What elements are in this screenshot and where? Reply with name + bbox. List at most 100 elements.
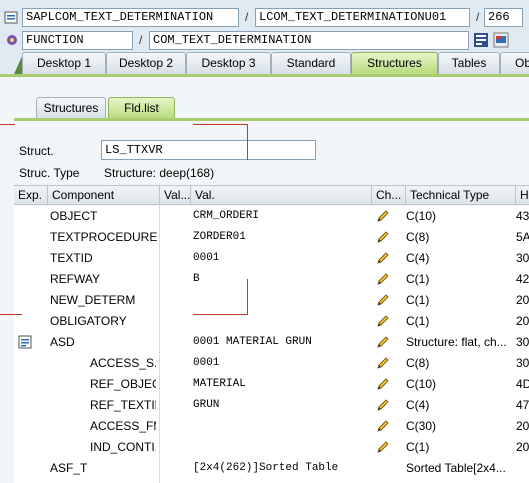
table-row[interactable]: ASD 0001 MATERIAL GRUN Structure: flat, ch… (14, 332, 529, 353)
function-name-field[interactable]: COM_TEXT_DETERMINATION (149, 31, 469, 50)
technical-type-cell: C(10) (406, 377, 437, 391)
value-cell: [2x4(262)]Sorted Table (193, 462, 339, 474)
struct-input[interactable]: LS_TTXVR (101, 140, 316, 160)
technical-type-cell: C(1) (406, 293, 430, 307)
column-header-component[interactable]: Component (48, 186, 160, 205)
expand-structure-icon[interactable] (18, 335, 36, 351)
technical-type-cell: C(8) (406, 230, 430, 244)
pencil-icon[interactable] (376, 356, 392, 372)
value-cell: MATERIAL (193, 378, 246, 390)
column-header-val[interactable]: Val. (191, 186, 372, 205)
technical-type-cell: C(10) (406, 209, 437, 223)
tab-desktop-3[interactable]: Desktop 3 (186, 52, 271, 74)
inner-tab-underline (14, 118, 529, 121)
include-field[interactable]: LCOM_TEXT_DETERMINATIONU01 (255, 8, 470, 27)
technical-type-cell: C(4) (406, 251, 430, 265)
technical-type-cell: C(30) (406, 419, 437, 433)
program-field[interactable]: SAPLCOM_TEXT_DETERMINATION (22, 8, 239, 27)
tab-structures[interactable]: Structures (351, 52, 438, 74)
hex-cell: 43 (516, 209, 529, 223)
field-list-table: OBJECT CRM_ORDERI C(10) 43 TEXTPROCEDURE ZORD… (14, 206, 529, 483)
table-row[interactable]: REF_TEXTID GRUN C(4) 47 (14, 395, 529, 416)
hex-cell: 20 (516, 314, 529, 328)
type-field[interactable]: FUNCTION (22, 31, 133, 50)
pencil-icon[interactable] (376, 398, 392, 414)
column-header-exp[interactable]: Exp. (14, 186, 48, 205)
table-row[interactable]: IND_CONTI... C(1) 20 (14, 437, 529, 458)
struct-label: Struct. (19, 144, 54, 158)
component-cell: ACCESS_FM (90, 419, 156, 433)
table-row[interactable]: ASF_T [2x4(262)]Sorted Table Sorted Table[… (14, 458, 529, 479)
function-icon (4, 32, 20, 48)
component-cell: TEXTID (50, 251, 93, 265)
value-cell: GRUN (193, 399, 220, 411)
annotation-line (247, 279, 248, 314)
column-header-hex[interactable]: He (516, 186, 529, 205)
pencil-icon[interactable] (376, 293, 392, 309)
value-cell: B (193, 273, 200, 285)
column-header-technical-type[interactable]: Technical Type (406, 186, 516, 205)
pencil-icon[interactable] (376, 377, 392, 393)
column-header-val-type[interactable]: Val... (160, 186, 191, 205)
flag-icon[interactable] (493, 32, 509, 48)
technical-type-cell: C(1) (406, 314, 430, 328)
hex-cell: 4D (516, 377, 529, 391)
table-row[interactable]: OBJECT CRM_ORDERI C(10) 43 (14, 206, 529, 227)
annotation-line (0, 314, 22, 315)
hex-cell: 42 (516, 272, 529, 286)
separator: / (245, 10, 249, 24)
table-row[interactable]: REFWAY B C(1) 42 (14, 269, 529, 290)
hex-cell: 30 (516, 251, 529, 265)
tab-inner-structures[interactable]: Structures (36, 97, 106, 119)
value-cell: 0001 (193, 252, 220, 264)
hex-cell (516, 458, 529, 479)
tab-desktop-1[interactable]: Desktop 1 (22, 52, 106, 74)
component-cell: TEXTPROCEDURE (50, 230, 158, 244)
tab-standard[interactable]: Standard (271, 52, 351, 74)
table-row[interactable]: REF_OBJEC... MATERIAL C(10) 4D (14, 374, 529, 395)
pencil-icon[interactable] (376, 419, 392, 435)
value-cell: ZORDER01 (193, 231, 246, 243)
column-header-change[interactable]: Ch... (372, 186, 406, 205)
table-row[interactable]: TEXTPROCEDURE ZORDER01 C(8) 5A (14, 227, 529, 248)
table-row[interactable]: OBLIGATORY C(1) 20 (14, 311, 529, 332)
component-cell: ACCESS_S... (90, 356, 156, 370)
component-cell: OBLIGATORY (50, 314, 127, 328)
technical-type-cell: C(4) (406, 398, 430, 412)
pencil-icon[interactable] (376, 209, 392, 225)
tab-inner-field-list[interactable]: Fld.list (108, 97, 175, 119)
table-row[interactable]: NEW_DETERM C(1) 20 (14, 290, 529, 311)
line-number-field[interactable]: 266 (484, 8, 523, 27)
program-icon (4, 10, 20, 26)
struct-type-label: Struc. Type (19, 166, 80, 180)
separator: / (139, 33, 143, 47)
pencil-icon[interactable] (376, 314, 392, 330)
struct-type-value: Structure: deep(168) (104, 166, 215, 180)
table-header: Exp. Component Val... Val. Ch... Technic… (14, 185, 529, 205)
table-row[interactable]: TEXTID 0001 C(4) 30 (14, 248, 529, 269)
pencil-icon[interactable] (376, 440, 392, 456)
value-cell: CRM_ORDERI (193, 210, 260, 222)
table-row[interactable]: ACCESS_FM C(30) 20 (14, 416, 529, 437)
technical-type-cell: C(1) (406, 272, 430, 286)
technical-type-cell: Sorted Table[2x4... (406, 461, 506, 475)
pencil-icon[interactable] (376, 230, 392, 246)
annotation-line (247, 124, 248, 160)
tab-objects[interactable]: Ob (500, 52, 529, 74)
pattern-icon[interactable] (473, 32, 489, 48)
annotation-line (193, 314, 248, 315)
hex-cell: 20 (516, 293, 529, 307)
value-cell (193, 416, 371, 437)
pencil-icon[interactable] (376, 335, 392, 351)
component-cell: REF_TEXTID (90, 398, 156, 412)
technical-type-cell: C(1) (406, 440, 430, 454)
technical-type-cell: C(8) (406, 356, 430, 370)
tab-tables[interactable]: Tables (438, 52, 500, 74)
table-row[interactable]: ACCESS_S... 0001 C(8) 30 (14, 353, 529, 374)
pencil-icon[interactable] (376, 272, 392, 288)
hex-cell: 30 (516, 335, 529, 349)
pencil-icon[interactable] (376, 251, 392, 267)
hex-cell: 20 (516, 440, 529, 454)
tab-desktop-2[interactable]: Desktop 2 (106, 52, 186, 74)
value-cell: 0001 (193, 357, 220, 369)
